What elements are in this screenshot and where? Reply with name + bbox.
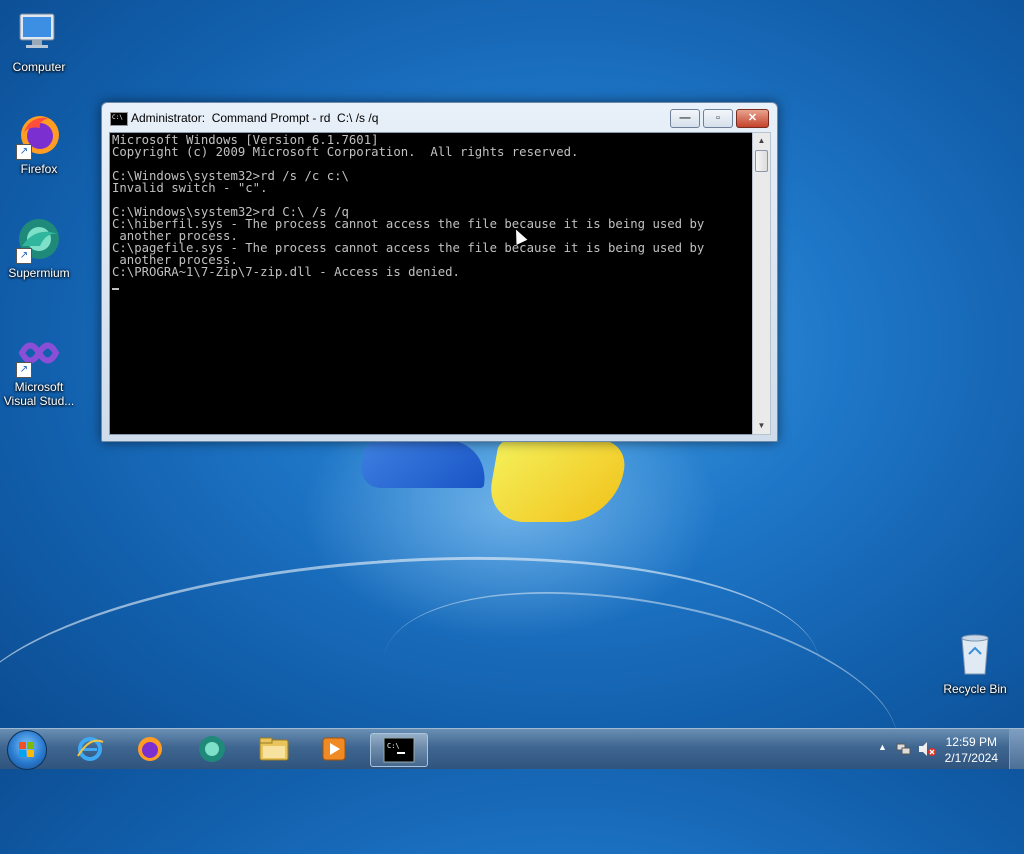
console-line: Invalid switch - "c". [112, 181, 268, 195]
system-tray: ▲ 12:59 PM 2/17/2024 [864, 729, 1024, 769]
clock[interactable]: 12:59 PM 2/17/2024 [945, 734, 998, 766]
cmd-icon: C:\ [110, 112, 128, 126]
taskbar-item-supermium[interactable] [184, 733, 240, 765]
scroll-down-icon[interactable]: ▼ [753, 418, 770, 434]
recycle-bin-icon [952, 632, 998, 678]
desktop-icon-label: Microsoft Visual Stud... [3, 380, 75, 408]
folder-icon [259, 737, 289, 761]
network-icon[interactable] [896, 741, 912, 757]
media-player-icon [322, 737, 346, 761]
supermium-icon: ↗ [16, 216, 62, 264]
shortcut-arrow-icon: ↗ [16, 144, 32, 160]
maximize-icon: ▫ [716, 112, 720, 124]
desktop-icon-recycle-bin[interactable]: Recycle Bin [934, 632, 1016, 696]
minimize-icon: — [679, 112, 691, 124]
console-line: C:\PROGRA~1\7-Zip\7-zip.dll - Access is … [112, 265, 460, 279]
scroll-up-icon[interactable]: ▲ [753, 133, 770, 149]
firefox-icon [138, 737, 162, 761]
firefox-icon: ↗ [16, 112, 62, 160]
shortcut-arrow-icon: ↗ [16, 362, 32, 378]
internet-explorer-icon [77, 737, 104, 761]
svg-text:C:\: C:\ [387, 742, 400, 750]
taskbar-item-firefox[interactable] [122, 733, 178, 765]
taskbar-item-internet-explorer[interactable] [62, 733, 118, 765]
desktop-icon-label: Recycle Bin [943, 682, 1007, 696]
close-icon: ✕ [747, 112, 758, 124]
taskbar-item-media-player[interactable] [306, 733, 362, 765]
vertical-scrollbar[interactable]: ▲ ▼ [752, 132, 771, 435]
window-title: Administrator: Command Prompt - rd C:\ /… [131, 111, 379, 125]
desktop-icon-computer[interactable]: Computer [0, 10, 80, 74]
supermium-icon [199, 736, 225, 762]
computer-icon [16, 10, 62, 56]
console-text: Microsoft Windows [Version 6.1.7601] Cop… [110, 133, 752, 291]
minimize-button[interactable]: — [670, 109, 700, 128]
desktop-icon-visual-studio[interactable]: ↗ Microsoft Visual Stud... [0, 330, 80, 408]
console-output[interactable]: Microsoft Windows [Version 6.1.7601] Cop… [109, 132, 753, 435]
volume-muted-icon[interactable] [918, 741, 936, 757]
shortcut-arrow-icon: ↗ [16, 248, 32, 264]
close-button[interactable]: ✕ [736, 109, 769, 128]
text-cursor [112, 288, 119, 290]
desktop-icon-supermium[interactable]: ↗ Supermium [0, 216, 80, 280]
windows-logo-icon [19, 742, 35, 758]
scroll-thumb[interactable] [755, 150, 768, 172]
desktop-icon-firefox[interactable]: ↗ Firefox [0, 112, 80, 176]
window-titlebar[interactable]: C:\ Administrator: Command Prompt - rd C… [102, 103, 777, 133]
maximize-button[interactable]: ▫ [703, 109, 733, 128]
desktop-icon-label: Supermium [8, 266, 70, 280]
clock-date: 2/17/2024 [944, 751, 998, 765]
desktop-icon-label: Firefox [20, 162, 58, 176]
taskbar: C:\ ▲ 12:59 PM 2/17/2024 [0, 728, 1024, 770]
console-line: Copyright (c) 2009 Microsoft Corporation… [112, 145, 579, 159]
clock-time: 12:59 PM [945, 735, 997, 749]
taskbar-item-command-prompt[interactable]: C:\ [370, 733, 428, 767]
cmd-icon: C:\ [383, 737, 415, 763]
taskbar-item-file-explorer[interactable] [246, 733, 302, 765]
start-button[interactable] [7, 730, 47, 770]
command-prompt-window[interactable]: C:\ Administrator: Command Prompt - rd C… [101, 102, 778, 442]
show-hidden-icons-icon[interactable]: ▲ [878, 742, 887, 752]
show-desktop-button[interactable] [1009, 729, 1024, 769]
desktop-icon-label: Computer [12, 60, 66, 74]
visual-studio-icon: ↗ [16, 330, 62, 378]
